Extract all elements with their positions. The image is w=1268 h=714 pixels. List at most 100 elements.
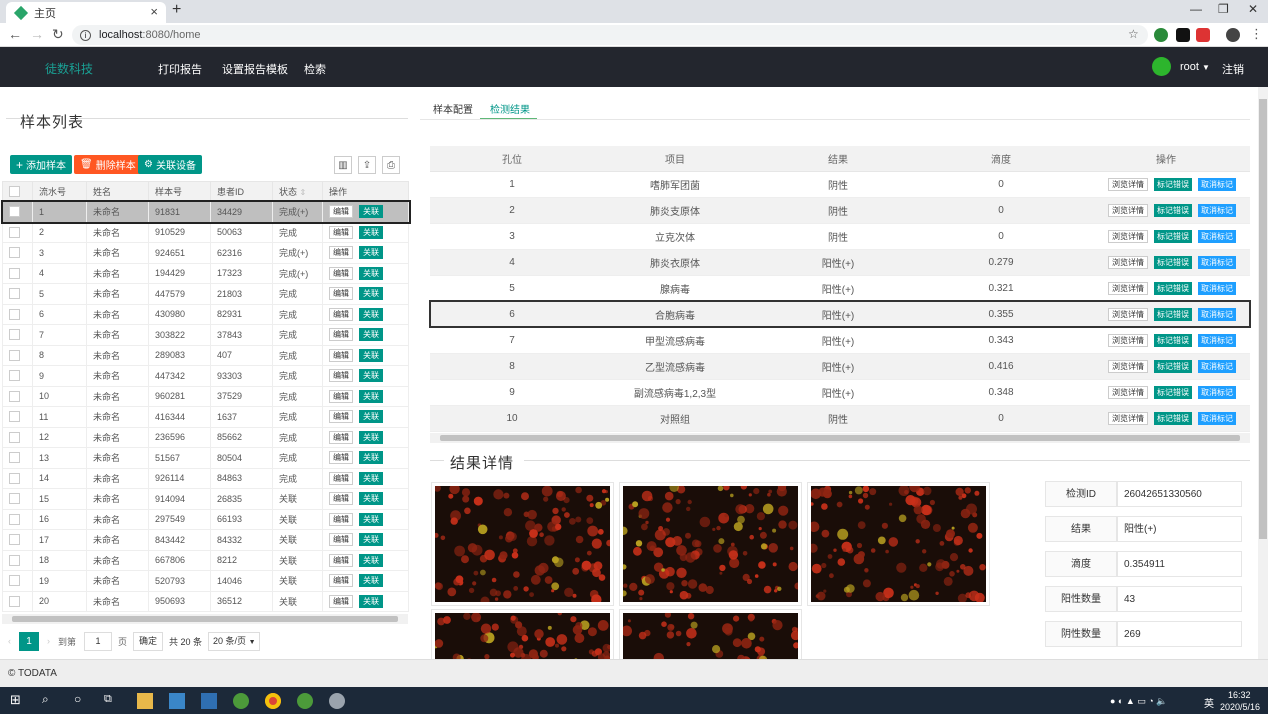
cancel-mark-button[interactable]: 取消标记 <box>1198 411 1236 425</box>
edit-button[interactable]: 编辑 <box>329 430 353 444</box>
link-button[interactable]: 关联 <box>359 430 383 444</box>
mail-icon[interactable] <box>201 693 217 709</box>
tab-sample-config[interactable]: 样本配置 <box>433 101 473 116</box>
cancel-mark-button[interactable]: 取消标记 <box>1198 255 1236 269</box>
new-tab-icon[interactable]: + <box>172 1 181 19</box>
app-globe-icon[interactable] <box>233 693 249 709</box>
forward-icon[interactable]: → <box>30 26 44 42</box>
edit-button[interactable]: 编辑 <box>329 246 353 260</box>
view-detail-button[interactable]: 浏览详情 <box>1108 411 1148 425</box>
cancel-mark-button[interactable]: 取消标记 <box>1198 281 1236 295</box>
edit-button[interactable]: 编辑 <box>329 492 353 506</box>
table-row[interactable]: 17 未命名 843442 84332 关联 编辑 关联 <box>2 529 409 551</box>
url-input[interactable]: i localhost:8080/home <box>72 25 1148 45</box>
cancel-mark-button[interactable]: 取消标记 <box>1198 177 1236 191</box>
page-1-button[interactable]: 1 <box>19 631 39 651</box>
store-icon[interactable] <box>169 693 185 709</box>
table-row[interactable]: 15 未命名 914094 26835 关联 编辑 关联 <box>2 488 409 510</box>
cancel-mark-button[interactable]: 取消标记 <box>1198 307 1236 321</box>
close-window-icon[interactable]: ✕ <box>1248 2 1258 16</box>
page-scrollbar[interactable] <box>1258 87 1268 659</box>
mark-error-button[interactable]: 标记错误 <box>1154 177 1192 191</box>
edit-button[interactable]: 编辑 <box>329 533 353 547</box>
result-row[interactable]: 5 腺病毒 阳性(+) 0.321 浏览详情 标记错误 取消标记 <box>430 275 1250 302</box>
edit-button[interactable]: 编辑 <box>329 225 353 239</box>
link-button[interactable]: 关联 <box>359 389 383 403</box>
link-button[interactable]: 关联 <box>359 553 383 567</box>
avatar[interactable] <box>1152 57 1171 76</box>
edit-button[interactable]: 编辑 <box>329 451 353 465</box>
ime-indicator[interactable]: 英 <box>1204 695 1214 710</box>
clock-time[interactable]: 16:32 <box>1228 690 1251 700</box>
row-checkbox[interactable] <box>2 324 33 346</box>
table-row[interactable]: 2 未命名 910529 50063 完成 编辑 关联 <box>2 221 409 243</box>
table-row[interactable]: 12 未命名 236596 85662 完成 编辑 关联 <box>2 426 409 448</box>
windows-start-icon[interactable]: ⊞ <box>10 692 26 708</box>
edit-button[interactable]: 编辑 <box>329 471 353 485</box>
link-button[interactable]: 关联 <box>359 266 383 280</box>
row-checkbox[interactable] <box>2 344 33 366</box>
sample-table-scrollbar[interactable] <box>2 614 408 624</box>
row-checkbox[interactable] <box>2 508 33 530</box>
view-detail-button[interactable]: 浏览详情 <box>1108 281 1148 295</box>
link-button[interactable]: 关联 <box>359 225 383 239</box>
table-row[interactable]: 13 未命名 51567 80504 完成 编辑 关联 <box>2 447 409 469</box>
confirm-page-button[interactable]: 确定 <box>133 631 164 651</box>
row-checkbox[interactable] <box>2 570 33 592</box>
link-button[interactable]: 关联 <box>359 246 383 260</box>
row-checkbox[interactable] <box>2 201 33 223</box>
cancel-mark-button[interactable]: 取消标记 <box>1198 359 1236 373</box>
close-tab-icon[interactable]: × <box>150 4 158 19</box>
edit-button[interactable]: 编辑 <box>329 287 353 301</box>
logout-link[interactable]: 注销 <box>1222 61 1244 77</box>
cancel-mark-button[interactable]: 取消标记 <box>1198 333 1236 347</box>
view-detail-button[interactable]: 浏览详情 <box>1108 359 1148 373</box>
user-menu[interactable]: root ▼ <box>1180 61 1210 73</box>
table-row[interactable]: 10 未命名 960281 37529 完成 编辑 关联 <box>2 385 409 407</box>
edit-button[interactable]: 编辑 <box>329 594 353 608</box>
task-view-icon[interactable]: ⧉ <box>104 693 120 709</box>
mark-error-button[interactable]: 标记错误 <box>1154 255 1192 269</box>
link-button[interactable]: 关联 <box>359 328 383 342</box>
edit-button[interactable]: 编辑 <box>329 328 353 342</box>
link-device-button[interactable]: ⚙ 关联设备 <box>138 155 202 174</box>
tab-detection-result[interactable]: 检测结果 <box>490 101 530 116</box>
extension-globe-icon[interactable] <box>1154 28 1168 42</box>
view-detail-button[interactable]: 浏览详情 <box>1108 255 1148 269</box>
result-row[interactable]: 10 对照组 阴性 0 浏览详情 标记错误 取消标记 <box>430 405 1250 432</box>
maximize-icon[interactable]: ❐ <box>1218 2 1229 16</box>
table-row[interactable]: 20 未命名 950693 36512 关联 编辑 关联 <box>2 590 409 612</box>
mark-error-button[interactable]: 标记错误 <box>1154 333 1192 347</box>
table-row[interactable]: 1 未命名 91831 34429 完成(+) 编辑 关联 <box>0 199 411 224</box>
edit-button[interactable]: 编辑 <box>329 410 353 424</box>
menu-print-report[interactable]: 打印报告 <box>158 61 202 77</box>
extension-dark-icon[interactable] <box>1176 28 1190 42</box>
table-row[interactable]: 6 未命名 430980 82931 完成 编辑 关联 <box>2 303 409 325</box>
row-checkbox[interactable] <box>2 283 33 305</box>
link-button[interactable]: 关联 <box>359 205 383 219</box>
link-button[interactable]: 关联 <box>359 348 383 362</box>
search-icon[interactable]: ⌕ <box>42 692 58 708</box>
select-all-checkbox[interactable] <box>2 181 33 202</box>
link-button[interactable]: 关联 <box>359 533 383 547</box>
page-input[interactable]: 1 <box>84 631 113 651</box>
link-button[interactable]: 关联 <box>359 307 383 321</box>
row-checkbox[interactable] <box>2 262 33 284</box>
tray-icons[interactable]: ● ◐ ▲ ▭ ◔ 🔈 <box>1110 696 1167 707</box>
table-row[interactable]: 14 未命名 926114 84863 完成 编辑 关联 <box>2 467 409 489</box>
extension-red-icon[interactable] <box>1196 28 1210 42</box>
row-checkbox[interactable] <box>2 242 33 264</box>
view-detail-button[interactable]: 浏览详情 <box>1108 385 1148 399</box>
view-detail-button[interactable]: 浏览详情 <box>1108 203 1148 217</box>
mark-error-button[interactable]: 标记错误 <box>1154 411 1192 425</box>
result-row[interactable]: 6 合胞病毒 阳性(+) 0.355 浏览详情 标记错误 取消标记 <box>429 300 1251 328</box>
app-tool-icon[interactable] <box>329 693 345 709</box>
table-row[interactable]: 16 未命名 297549 66193 关联 编辑 关联 <box>2 508 409 530</box>
menu-report-template[interactable]: 设置报告模板 <box>222 61 288 77</box>
table-row[interactable]: 11 未命名 416344 1637 完成 编辑 关联 <box>2 406 409 428</box>
next-page-icon[interactable]: › <box>47 636 50 646</box>
edit-button[interactable]: 编辑 <box>329 205 353 219</box>
edit-button[interactable]: 编辑 <box>329 307 353 321</box>
chrome-icon[interactable] <box>265 693 281 709</box>
page-size-select[interactable]: 20 条/页 ▼ <box>208 631 261 651</box>
